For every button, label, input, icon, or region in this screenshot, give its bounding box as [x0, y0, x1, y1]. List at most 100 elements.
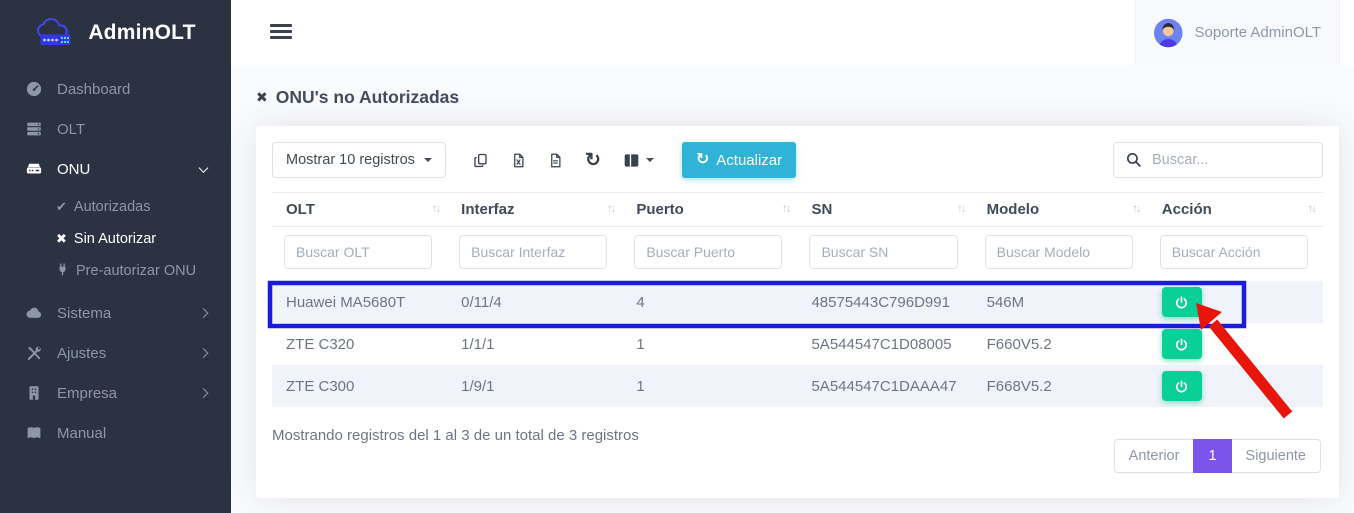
power-toggle-button[interactable] [1162, 329, 1202, 359]
sidebar-item-pre-autorizar-onu[interactable]: Pre-autorizar ONU [0, 255, 231, 287]
sort-icon[interactable]: ↑↓ [957, 203, 965, 215]
caret-down-icon [424, 158, 432, 162]
column-header-puerto[interactable]: Puerto↑↓ [622, 193, 797, 227]
file-text-icon [548, 152, 563, 169]
user-menu[interactable]: Soporte AdminOLT [1135, 0, 1340, 65]
filter-sn-input[interactable] [809, 235, 957, 269]
table-card: Mostrar 10 registros ↻ [256, 126, 1339, 498]
table-header-row: OLT↑↓ Interfaz↑↓ Puerto↑↓ SN↑↓ Modelo↑↓ … [272, 193, 1323, 227]
search-input[interactable] [1113, 142, 1323, 178]
sidebar-item-label: Sin Autorizar [74, 231, 156, 247]
show-records-label: Mostrar 10 registros [286, 152, 415, 168]
cell-interfaz: 1/1/1 [447, 323, 622, 365]
cell-modelo: F660V5.2 [973, 323, 1148, 365]
plug-icon [56, 263, 69, 279]
brand-logo[interactable]: AdminOLT [0, 0, 231, 65]
cell-interfaz: 1/9/1 [447, 365, 622, 407]
actualizar-label: Actualizar [716, 152, 782, 169]
export-buttons: ↻ [462, 149, 665, 172]
refresh-icon: ↻ [696, 152, 709, 168]
table-footer: Mostrando registros del 1 al 3 de un tot… [272, 425, 1323, 473]
pagination-next-button[interactable]: Siguiente [1232, 439, 1321, 473]
refresh-icon: ↻ [585, 149, 601, 172]
user-name: Soporte AdminOLT [1195, 24, 1321, 41]
sidebar-item-sin-autorizar[interactable]: ✖ Sin Autorizar [0, 223, 231, 255]
column-header-sn[interactable]: SN↑↓ [797, 193, 972, 227]
cloud-icon [24, 304, 44, 322]
filter-modelo-input[interactable] [985, 235, 1133, 269]
pagination-page-1-button[interactable]: 1 [1193, 439, 1231, 473]
onu-submenu: ✔ Autorizadas ✖ Sin Autorizar Pre-autori… [0, 189, 231, 293]
sidebar-item-label: OLT [57, 121, 85, 138]
brand-name: AdminOLT [88, 21, 195, 45]
main-content: ✖ ONU's no Autorizadas Mostrar 10 regist… [231, 65, 1354, 513]
user-avatar [1154, 14, 1183, 52]
sort-icon[interactable]: ↑↓ [432, 203, 440, 215]
sidebar-item-ajustes[interactable]: Ajustes [0, 333, 231, 373]
column-header-interfaz[interactable]: Interfaz↑↓ [447, 193, 622, 227]
column-header-modelo[interactable]: Modelo↑↓ [973, 193, 1148, 227]
filter-interfaz-input[interactable] [459, 235, 607, 269]
filter-olt-input[interactable] [284, 235, 432, 269]
sidebar-item-olt[interactable]: OLT [0, 109, 231, 149]
sidebar-item-label: Sistema [57, 305, 111, 322]
sort-icon[interactable]: ↑↓ [782, 203, 790, 215]
table-filter-row [272, 227, 1323, 282]
building-icon [24, 384, 44, 402]
chevron-right-icon [199, 348, 209, 358]
pagination: Anterior 1 Siguiente [1114, 439, 1321, 473]
sort-icon[interactable]: ↑↓ [1308, 203, 1316, 215]
brand-logo-icon [35, 18, 79, 48]
cell-olt: ZTE C300 [272, 365, 447, 407]
tools-icon [24, 344, 44, 362]
cell-sn: 5A544547C1DAAA47 [797, 365, 972, 407]
chevron-right-icon [199, 388, 209, 398]
dashboard-icon [24, 80, 44, 98]
column-header-accion[interactable]: Acción↑↓ [1148, 193, 1323, 227]
sidebar-item-label: Dashboard [57, 81, 130, 98]
table-row: ZTE C300 1/9/1 1 5A544547C1DAAA47 F668V5… [272, 365, 1323, 407]
cell-puerto: 1 [622, 365, 797, 407]
cell-olt: ZTE C320 [272, 323, 447, 365]
columns-visibility-button[interactable] [623, 153, 654, 168]
menu-toggle-button[interactable] [270, 24, 292, 43]
cell-sn: 48575443C796D991 [797, 281, 972, 323]
sort-icon[interactable]: ↑↓ [607, 203, 615, 215]
column-header-olt[interactable]: OLT↑↓ [272, 193, 447, 227]
filter-accion-input[interactable] [1160, 235, 1308, 269]
sidebar-item-empresa[interactable]: Empresa [0, 373, 231, 413]
sidebar-item-autorizadas[interactable]: ✔ Autorizadas [0, 191, 231, 223]
power-icon [1174, 295, 1189, 310]
sidebar-item-dashboard[interactable]: Dashboard [0, 69, 231, 109]
sidebar-item-label: Pre-autorizar ONU [76, 263, 196, 279]
table-row: ZTE C320 1/1/1 1 5A544547C1D08005 F660V5… [272, 323, 1323, 365]
sidebar-item-onu[interactable]: ONU [0, 149, 231, 189]
sidebar-item-label: Ajustes [57, 345, 106, 362]
power-toggle-button[interactable] [1162, 371, 1202, 401]
file-excel-icon [511, 152, 526, 169]
search-icon [1125, 151, 1142, 168]
x-icon: ✖ [256, 89, 268, 106]
topbar: Soporte AdminOLT [231, 0, 1354, 65]
copy-button[interactable] [473, 152, 489, 169]
sidebar-item-manual[interactable]: Manual [0, 413, 231, 453]
actualizar-button[interactable]: ↻ Actualizar [682, 142, 796, 178]
filter-puerto-input[interactable] [634, 235, 782, 269]
page-title-row: ✖ ONU's no Autorizadas [256, 87, 1339, 108]
power-icon [1174, 337, 1189, 352]
sidebar-item-sistema[interactable]: Sistema [0, 293, 231, 333]
show-records-dropdown[interactable]: Mostrar 10 registros [272, 142, 446, 178]
export-file-button[interactable] [548, 152, 563, 169]
pagination-prev-button[interactable]: Anterior [1114, 439, 1194, 473]
onu-table: OLT↑↓ Interfaz↑↓ Puerto↑↓ SN↑↓ Modelo↑↓ … [272, 192, 1323, 407]
cell-sn: 5A544547C1D08005 [797, 323, 972, 365]
check-icon: ✔ [56, 199, 67, 215]
sidebar-item-label: Autorizadas [74, 199, 151, 215]
sort-icon[interactable]: ↑↓ [1132, 203, 1140, 215]
book-icon [24, 424, 44, 442]
power-toggle-button[interactable] [1162, 287, 1202, 317]
x-icon: ✖ [56, 231, 67, 247]
export-excel-button[interactable] [511, 152, 526, 169]
reload-table-button[interactable]: ↻ [585, 149, 601, 172]
sidebar: AdminOLT Dashboard OLT ONU ✔ Autorizadas [0, 0, 231, 513]
